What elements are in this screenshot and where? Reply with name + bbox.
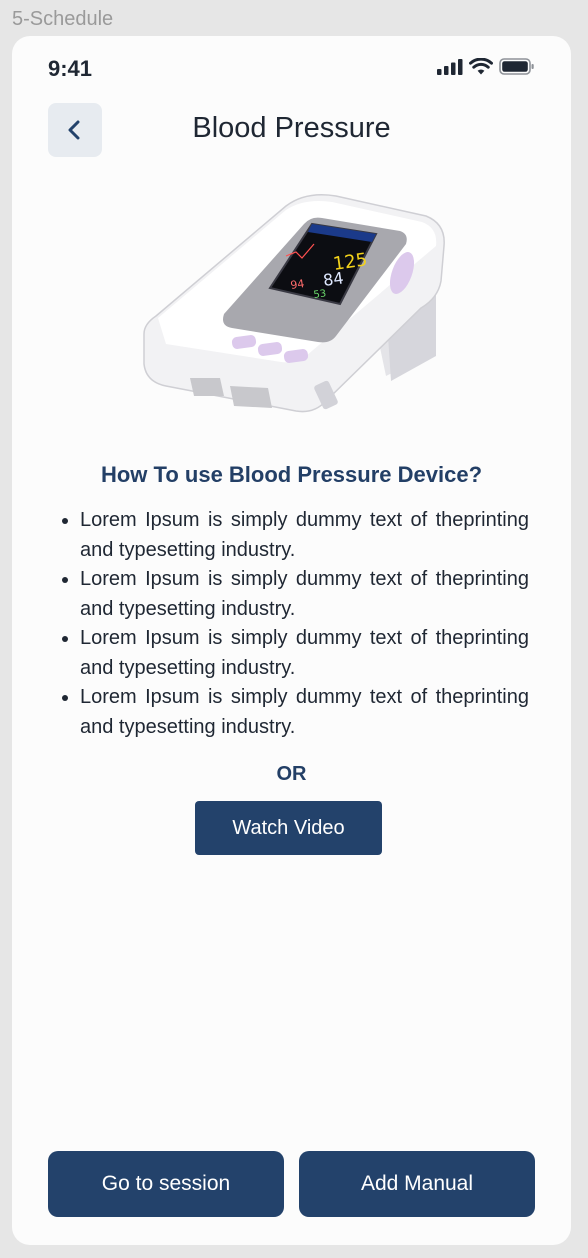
phone-screen: 9:41 Blood Pressure 125 84 94 53 How To … [12, 36, 571, 1245]
battery-icon [499, 58, 534, 75]
screen-spo2: 53 [313, 288, 327, 301]
instruction-item: Lorem Ipsum is simply dummy text of thep… [58, 565, 529, 624]
frame-label: 5-Schedule [12, 8, 114, 30]
section-heading: How To use Blood Pressure Device? [100, 462, 483, 487]
instruction-item: Lorem Ipsum is simply dummy text of thep… [58, 624, 529, 683]
signal-icon [437, 58, 463, 75]
go-to-session-button[interactable]: Go to session [48, 1151, 284, 1217]
instruction-item: Lorem Ipsum is simply dummy text of thep… [58, 506, 529, 565]
instruction-item: Lorem Ipsum is simply dummy text of thep… [58, 683, 529, 742]
watch-video-button[interactable]: Watch Video [195, 801, 382, 855]
status-icons [437, 58, 535, 75]
instruction-list: Lorem Ipsum is simply dummy text of thep… [58, 506, 529, 742]
blood-pressure-device-image: 125 84 94 53 [143, 194, 445, 413]
wifi-icon [469, 58, 493, 75]
or-separator: OR [276, 763, 307, 785]
page-title: Blood Pressure [192, 112, 391, 144]
status-bar: 9:41 [12, 36, 571, 100]
screen-diastolic: 84 [322, 268, 345, 290]
screen-pulse: 94 [290, 277, 306, 292]
status-time: 9:41 [48, 56, 93, 81]
add-manual-button[interactable]: Add Manual [299, 1151, 535, 1217]
